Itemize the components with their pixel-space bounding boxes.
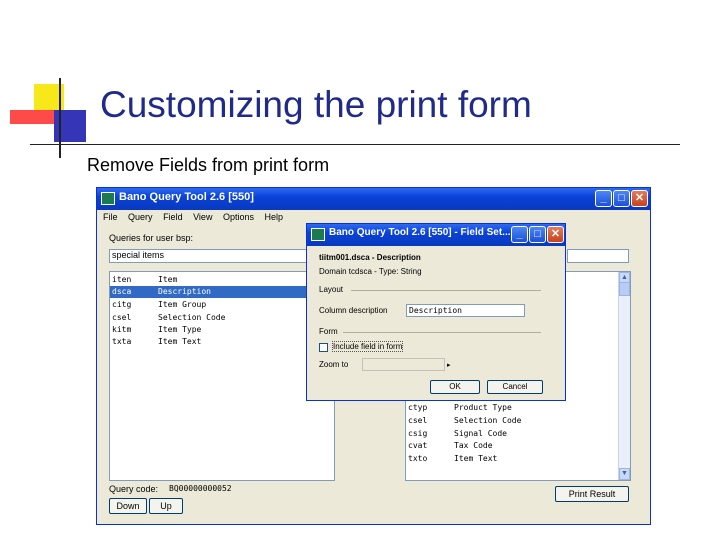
menu-field[interactable]: Field xyxy=(163,212,183,222)
form-group-divider xyxy=(343,332,541,333)
scroll-thumb[interactable] xyxy=(619,282,630,296)
up-button[interactable]: Up xyxy=(149,498,183,514)
field-name: Selection Code xyxy=(454,416,522,425)
scroll-down-icon[interactable]: ▼ xyxy=(619,468,630,480)
dialog-maximize-icon[interactable]: □ xyxy=(529,226,546,243)
form-group-label: Form xyxy=(319,327,338,336)
list-item[interactable]: cvat Tax Code xyxy=(408,440,628,452)
ok-button[interactable]: OK xyxy=(430,380,480,394)
field-code: ctyp xyxy=(408,403,428,412)
layout-group-divider xyxy=(351,290,541,291)
decor-red-bar xyxy=(10,110,54,124)
list-item-selected[interactable]: dsca Description xyxy=(110,286,334,298)
close-icon[interactable]: ✕ xyxy=(631,190,648,207)
field-code: citg xyxy=(112,300,132,309)
slide-subtitle: Remove Fields from print form xyxy=(87,155,330,175)
field-code: txto xyxy=(408,454,428,463)
menu-query[interactable]: Query xyxy=(128,212,153,222)
field-code: csig xyxy=(408,429,428,438)
field-name: Item xyxy=(158,275,178,284)
list-item[interactable]: ctyp Product Type xyxy=(408,402,628,414)
field-name: Product Type xyxy=(454,403,512,412)
slide-title: Customizing the print form xyxy=(100,84,532,125)
decor-horizontal-line xyxy=(30,144,680,145)
menu-bar: File Query Field View Options Help xyxy=(103,212,291,222)
list-item[interactable]: iten Item xyxy=(112,274,332,286)
list-item[interactable]: kitm Item Type xyxy=(112,324,332,336)
main-window-titlebar[interactable]: Bano Query Tool 2.6 [550] _ □ ✕ xyxy=(97,188,650,210)
list-scrollbar[interactable]: ▲ ▼ xyxy=(618,272,630,480)
available-fields-list[interactable]: iten Item dsca Description citg Item Gro… xyxy=(109,271,335,481)
field-code: iten xyxy=(112,275,132,284)
down-button[interactable]: Down xyxy=(109,498,147,514)
field-name: Selection Code xyxy=(158,313,226,322)
field-name: Description xyxy=(158,287,211,296)
app-icon xyxy=(101,192,115,205)
dialog-close-icon[interactable]: ✕ xyxy=(547,226,564,243)
query-code-label: Query code: xyxy=(109,484,159,494)
field-code: csel xyxy=(408,416,428,425)
field-code: dsca xyxy=(112,287,132,296)
field-name: Item Type xyxy=(158,325,202,334)
list-item[interactable]: csig Signal Code xyxy=(408,428,628,440)
include-field-checkbox[interactable] xyxy=(319,343,328,352)
menu-file[interactable]: File xyxy=(103,212,118,222)
field-settings-dialog: Bano Query Tool 2.6 [550] - Field Set...… xyxy=(306,223,566,401)
list-item[interactable]: csel Selection Code xyxy=(112,312,332,324)
field-name: Item Group xyxy=(158,300,207,309)
list-item[interactable]: txto Item Text xyxy=(408,453,628,465)
field-code: txta xyxy=(112,337,132,346)
field-code: cvat xyxy=(408,441,428,450)
layout-group-label: Layout xyxy=(319,285,344,294)
main-window-title: Bano Query Tool 2.6 [550] xyxy=(119,191,254,203)
decor-vertical-line xyxy=(59,78,61,158)
field-name: Tax Code xyxy=(454,441,493,450)
dialog-domain-text: Domain tcdsca - Type: String xyxy=(319,267,422,276)
dialog-app-icon xyxy=(311,228,325,241)
dialog-field-header: tiitm001.dsca - Description xyxy=(319,253,421,262)
print-result-button[interactable]: Print Result xyxy=(555,486,629,502)
zoom-arrow-icon[interactable]: ▸ xyxy=(447,361,451,369)
right-top-field[interactable] xyxy=(567,249,629,263)
dialog-title: Bano Query Tool 2.6 [550] - Field Set... xyxy=(329,227,511,238)
column-description-label: Column description xyxy=(319,306,388,315)
query-code-value: BQ00000000052 xyxy=(169,484,232,493)
list-item[interactable]: txta Item Text xyxy=(112,336,332,348)
menu-view[interactable]: View xyxy=(193,212,212,222)
cancel-button[interactable]: Cancel xyxy=(487,380,543,394)
maximize-icon[interactable]: □ xyxy=(613,190,630,207)
field-code: csel xyxy=(112,313,132,322)
field-name: Item Text xyxy=(158,337,202,346)
field-name: Item Text xyxy=(454,454,498,463)
menu-options[interactable]: Options xyxy=(223,212,254,222)
minimize-icon[interactable]: _ xyxy=(595,190,612,207)
menu-help[interactable]: Help xyxy=(265,212,284,222)
zoom-to-label: Zoom to xyxy=(319,360,349,369)
field-code: kitm xyxy=(112,325,132,334)
dialog-minimize-icon[interactable]: _ xyxy=(511,226,528,243)
query-name-field[interactable]: special items xyxy=(109,249,335,263)
column-description-input[interactable]: Description xyxy=(406,304,525,317)
list-item[interactable]: citg Item Group xyxy=(112,299,332,311)
include-field-label[interactable]: Include field in form xyxy=(331,341,404,352)
list-item[interactable]: csel Selection Code xyxy=(408,415,628,427)
queries-label: Queries for user bsp: xyxy=(109,233,194,243)
dialog-titlebar[interactable]: Bano Query Tool 2.6 [550] - Field Set...… xyxy=(307,224,565,246)
field-name: Signal Code xyxy=(454,429,507,438)
zoom-to-input[interactable] xyxy=(362,358,445,371)
